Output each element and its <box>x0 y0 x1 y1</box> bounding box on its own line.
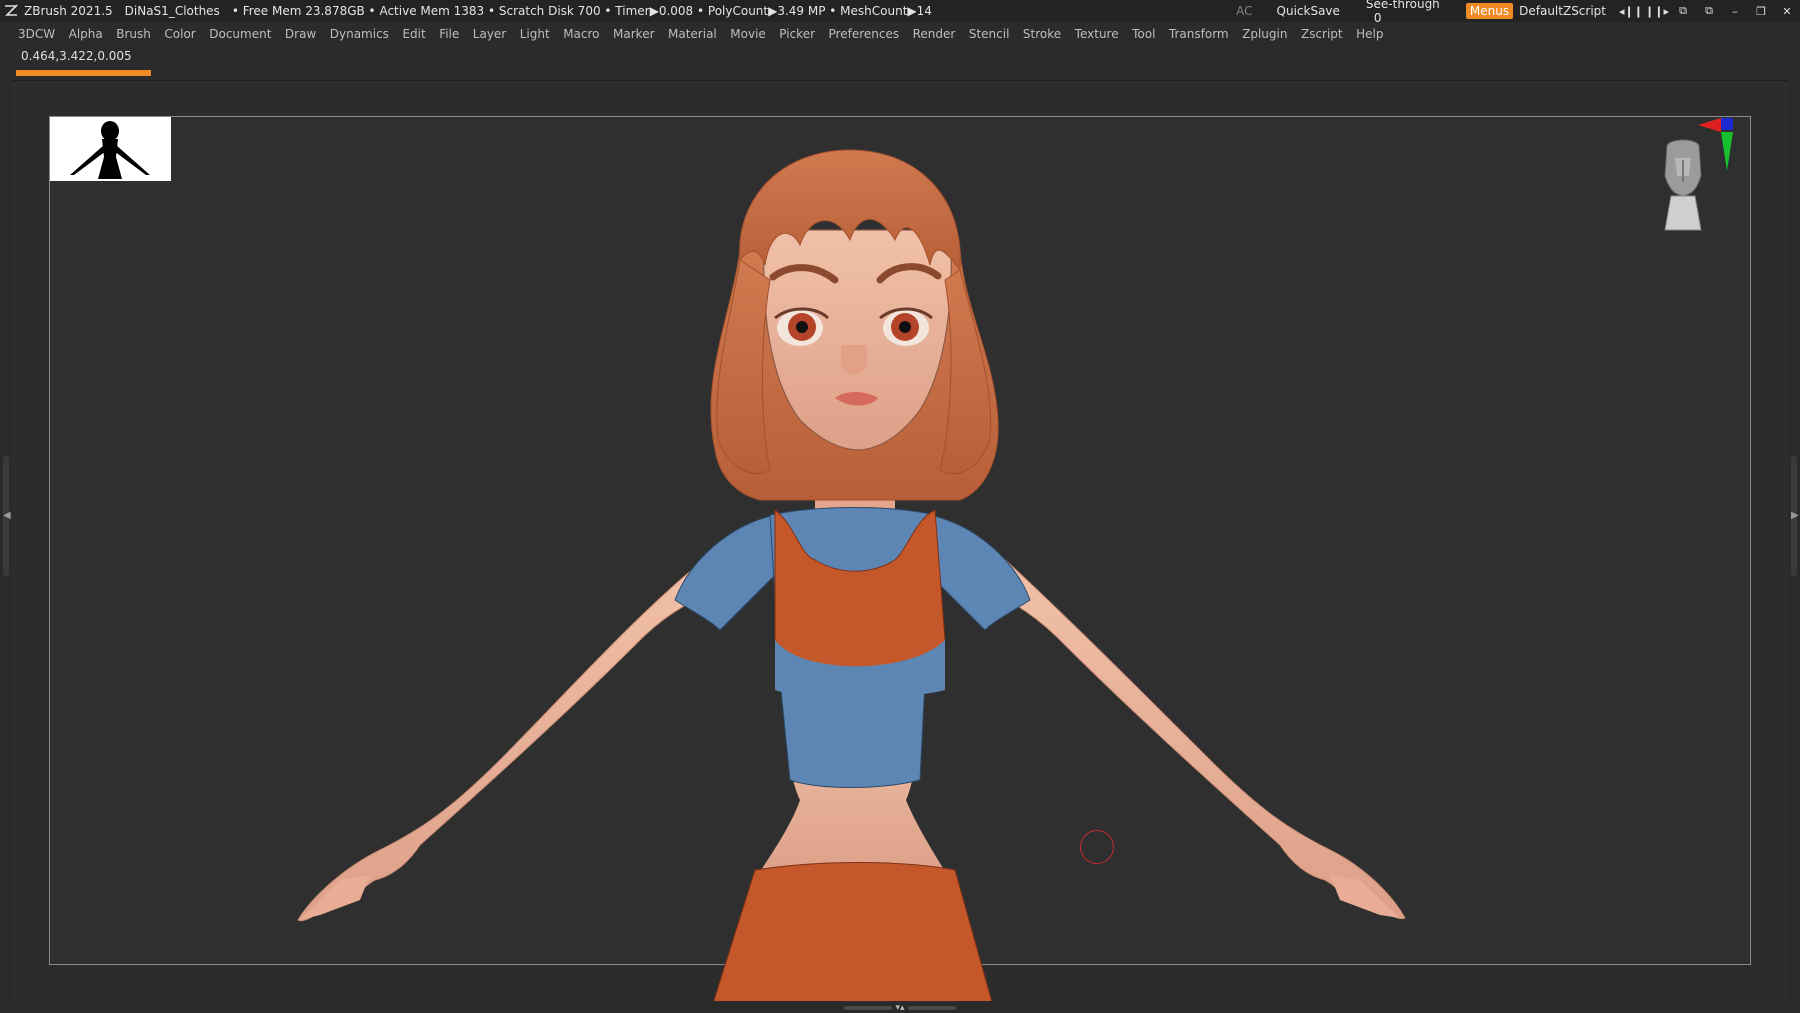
menu-item-document[interactable]: Document <box>209 27 271 41</box>
menu-item-zscript[interactable]: Zscript <box>1301 27 1343 41</box>
menus-toggle-button[interactable]: Menus <box>1465 3 1514 19</box>
menu-item-light[interactable]: Light <box>520 27 550 41</box>
menu-item-marker[interactable]: Marker <box>613 27 654 41</box>
left-tray-arrow-icon[interactable]: ◀ <box>3 510 11 521</box>
menu-item-dynamics[interactable]: Dynamics <box>330 27 389 41</box>
minimize-icon[interactable]: – <box>1722 5 1748 18</box>
zbrush-logo-icon[interactable] <box>3 3 19 19</box>
menu-item-render[interactable]: Render <box>913 27 956 41</box>
menu-item-movie[interactable]: Movie <box>730 27 766 41</box>
menu-item-draw[interactable]: Draw <box>285 27 316 41</box>
memory-stats: • Free Mem 23.878GB • Active Mem 1383 • … <box>231 4 932 18</box>
menu-bar: 3DCW Alpha Brush Color Document Draw Dynamics E… <box>0 22 1800 46</box>
menu-item-stencil[interactable]: Stencil <box>969 27 1010 41</box>
default-zscript-button[interactable]: DefaultZScript <box>1519 4 1606 18</box>
restore-icon[interactable]: ❐ <box>1748 5 1774 18</box>
layout-icon[interactable]: ⧉ <box>1670 4 1696 18</box>
menu-item-preferences[interactable]: Preferences <box>829 27 900 41</box>
silhouette-thumbnail[interactable] <box>50 117 171 181</box>
menu-item-edit[interactable]: Edit <box>402 27 425 41</box>
expand-tray-icon[interactable]: ▾▴ <box>895 1003 904 1013</box>
viewport-canvas[interactable] <box>49 116 1751 965</box>
menu-item-file[interactable]: File <box>439 27 459 41</box>
quicksave-button[interactable]: QuickSave <box>1277 4 1340 18</box>
menu-item-texture[interactable]: Texture <box>1075 27 1119 41</box>
ui-layout-icon[interactable]: ⧉ <box>1696 4 1722 18</box>
silhouette-figure-icon <box>70 121 150 179</box>
cursor-coordinates: 0.464,3.422,0.005 <box>21 49 132 63</box>
menu-item-macro[interactable]: Macro <box>563 27 599 41</box>
ac-button[interactable]: AC <box>1236 4 1252 18</box>
title-bar: ZBrush 2021.5 DiNaS1_Clothes • Free Mem … <box>0 0 1800 29</box>
scroll-right-icon[interactable]: ❙❙▸ <box>1644 5 1670 18</box>
menu-item-color[interactable]: Color <box>164 27 195 41</box>
info-bar: 0.464,3.422,0.005 <box>0 46 1800 80</box>
close-icon[interactable]: ✕ <box>1774 5 1800 18</box>
menu-item-help[interactable]: Help <box>1356 27 1383 41</box>
progress-bar <box>16 70 151 76</box>
menu-item-picker[interactable]: Picker <box>779 27 815 41</box>
brush-cursor <box>1080 830 1114 864</box>
menu-item-zplugin[interactable]: Zplugin <box>1242 27 1287 41</box>
app-title: ZBrush 2021.5 <box>24 4 113 18</box>
bottom-handle-bar <box>844 1006 893 1010</box>
bottom-tray-handle[interactable]: ▾▴ <box>838 1003 962 1013</box>
menu-item-transform[interactable]: Transform <box>1169 27 1229 41</box>
see-through-label: See-through <box>1365 0 1440 11</box>
menu-item-brush[interactable]: Brush <box>116 27 151 41</box>
menu-item-tool[interactable]: Tool <box>1132 27 1155 41</box>
scroll-left-icon[interactable]: ◂❙❙ <box>1618 5 1644 18</box>
menu-item-layer[interactable]: Layer <box>473 27 506 41</box>
right-tray-arrow-icon[interactable]: ▶ <box>1791 510 1799 521</box>
menu-item-alpha[interactable]: Alpha <box>69 27 103 41</box>
document-name: DiNaS1_Clothes <box>124 4 220 18</box>
head-navigator-icon[interactable] <box>1657 136 1709 232</box>
menu-item-3dcw[interactable]: 3DCW <box>18 27 55 41</box>
bottom-handle-bar <box>907 1006 956 1010</box>
menu-item-stroke[interactable]: Stroke <box>1023 27 1061 41</box>
menu-item-material[interactable]: Material <box>668 27 717 41</box>
